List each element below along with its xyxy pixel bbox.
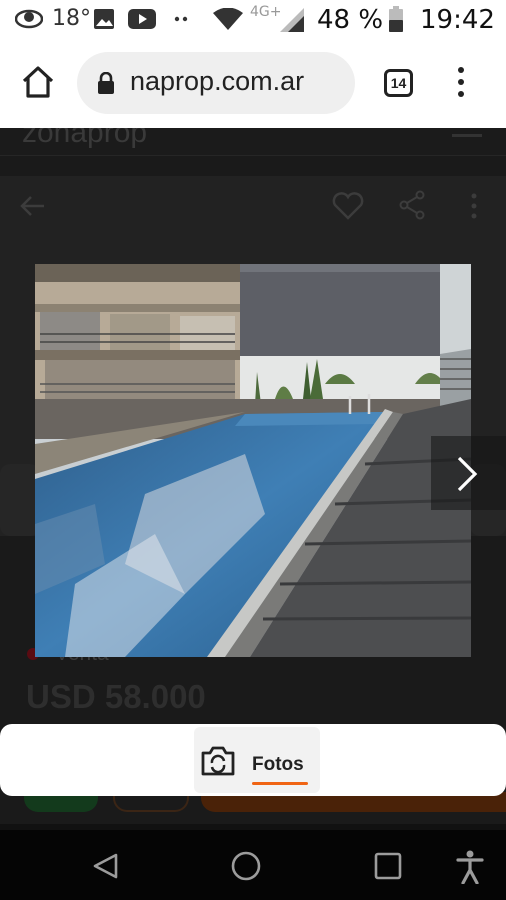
accessibility-icon[interactable] <box>456 850 484 884</box>
pool-photo-image <box>35 264 471 657</box>
more-vert-icon <box>471 193 477 219</box>
photos-tab[interactable]: Fotos <box>194 727 320 793</box>
status-bar: 18° 4G+ 48 % 19:42 <box>0 0 506 40</box>
url-text[interactable]: naprop.com.ar <box>130 66 304 97</box>
media-tabs-bar: Fotos <box>0 724 506 796</box>
network-type: 4G+ <box>250 4 282 20</box>
back-triangle-icon[interactable] <box>92 852 120 880</box>
image-icon <box>94 9 114 29</box>
active-tab-indicator <box>252 782 308 785</box>
recents-square-icon[interactable] <box>374 852 402 880</box>
site-header: zonaprop <box>0 128 506 156</box>
battery-icon <box>389 6 403 32</box>
menu-icon[interactable] <box>453 67 469 101</box>
heart-icon <box>332 192 364 220</box>
youtube-icon <box>128 9 156 29</box>
home-icon[interactable] <box>20 64 56 100</box>
header-menu-icon <box>452 134 482 137</box>
photos-tab-label: Fotos <box>252 754 304 775</box>
site-logo: zonaprop <box>22 128 148 149</box>
gallery-photo[interactable] <box>35 264 471 657</box>
camera-icon <box>201 746 235 776</box>
listing-price: USD 58.000 <box>26 678 206 715</box>
wifi-icon <box>213 8 243 30</box>
eye-icon <box>15 9 43 29</box>
system-nav-bar <box>0 830 506 900</box>
browser-toolbar: naprop.com.ar 14 <box>0 40 506 128</box>
lock-icon <box>98 72 114 94</box>
back-arrow-icon <box>20 196 44 216</box>
signal-icon <box>280 8 304 32</box>
temperature: 18° <box>52 6 91 31</box>
home-circle-icon[interactable] <box>230 850 262 882</box>
battery-percent: 48 % <box>317 5 384 35</box>
more-dots-icon <box>174 16 188 22</box>
dimmed-card-left <box>0 464 40 536</box>
address-bar[interactable]: naprop.com.ar <box>77 52 355 114</box>
share-icon <box>399 190 425 220</box>
next-photo-button[interactable] <box>431 436 506 510</box>
tabs-button[interactable]: 14 <box>384 69 413 97</box>
clock: 19:42 <box>420 5 495 35</box>
chevron-right-icon <box>457 456 478 492</box>
